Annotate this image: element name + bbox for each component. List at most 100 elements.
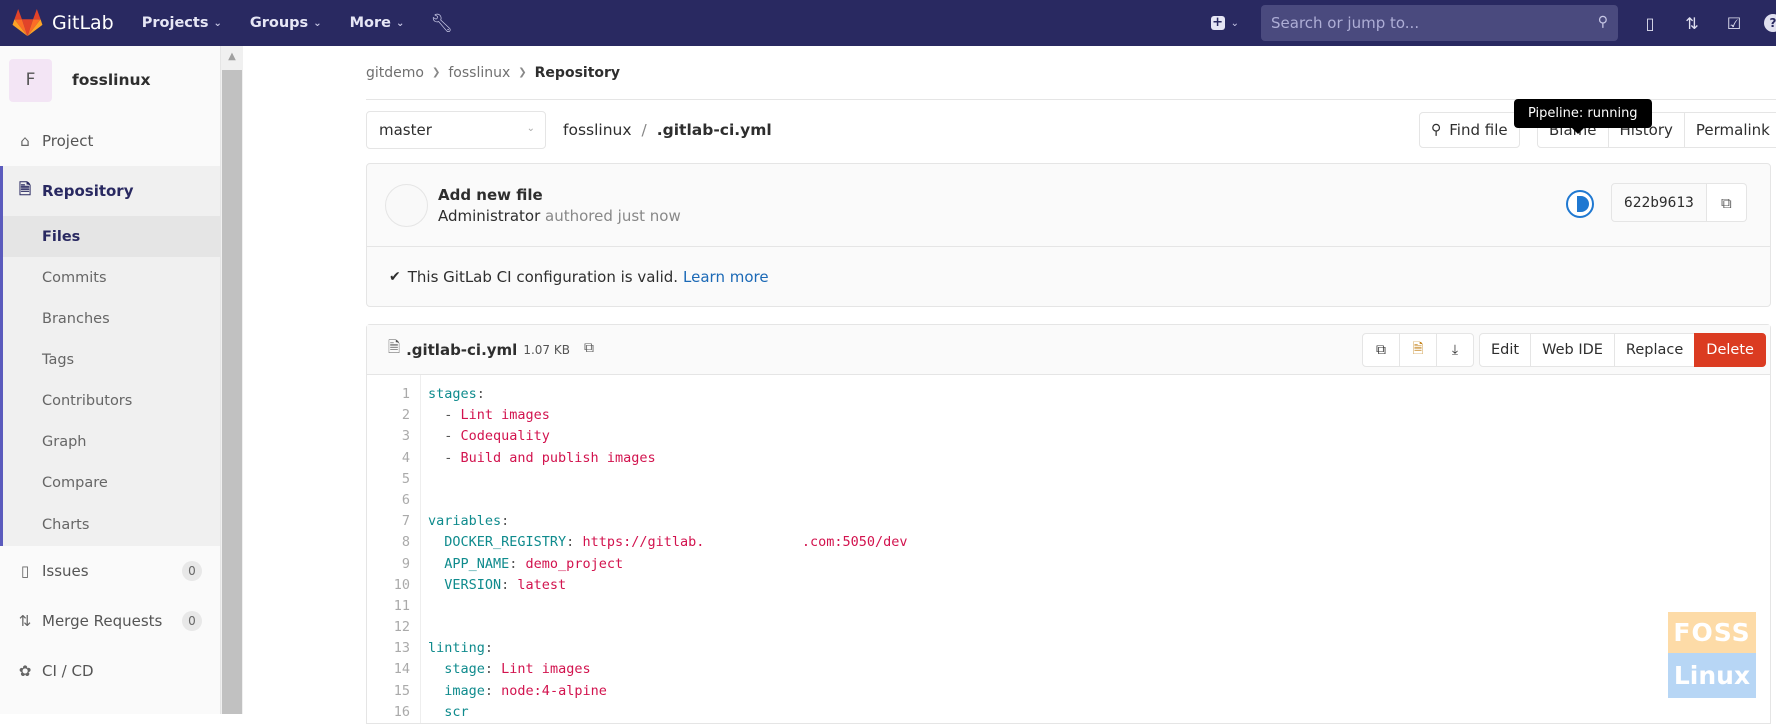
main-content: gitdemo ❯ fosslinux ❯ Repository master … xyxy=(366,46,1776,724)
line-number[interactable]: 2 xyxy=(367,405,410,426)
home-icon: ⌂ xyxy=(20,132,30,150)
chevron-down-icon: ⌄ xyxy=(313,17,322,29)
line-number[interactable]: 5 xyxy=(367,469,410,490)
commit-title[interactable]: Add new file xyxy=(438,186,681,204)
line-number[interactable]: 16 xyxy=(367,702,410,723)
replace-button[interactable]: Replace xyxy=(1613,333,1696,367)
copy-path-icon[interactable]: ⧉ xyxy=(584,340,594,356)
line-number[interactable]: 4 xyxy=(367,448,410,469)
line-number[interactable]: 6 xyxy=(367,490,410,511)
line-number[interactable]: 9 xyxy=(367,554,410,575)
line-number[interactable]: 11 xyxy=(367,596,410,617)
commit-author-line: Administrator authored just now xyxy=(438,207,681,225)
code-lines: stages: - Lint images - Codequality - Bu… xyxy=(421,375,908,723)
line-number[interactable]: 3 xyxy=(367,426,410,447)
branch-select[interactable]: master ⌄ xyxy=(366,111,546,149)
project-avatar: F xyxy=(9,58,52,102)
help-icon[interactable]: ? xyxy=(1764,14,1776,32)
search-input[interactable]: Search or jump to... ⚲ xyxy=(1261,5,1618,41)
scrollbar-thumb[interactable] xyxy=(222,70,242,714)
ci-validation: ✔ This GitLab CI configuration is valid.… xyxy=(367,247,1770,306)
commit-author[interactable]: Administrator xyxy=(438,207,540,225)
yaml-value: Codequality xyxy=(460,428,550,445)
sidebar-item-issues[interactable]: ▯ Issues 0 xyxy=(0,546,220,596)
todo-icon[interactable]: ☑ xyxy=(1724,14,1744,33)
issues-icon[interactable]: ▯ xyxy=(1640,14,1660,33)
copy-sha-button[interactable]: ⧉ xyxy=(1706,183,1747,222)
ci-valid-text: This GitLab CI configuration is valid. xyxy=(407,267,679,286)
sidebar-item-label: Project xyxy=(42,132,94,150)
gitlab-tanuki-icon xyxy=(12,9,43,37)
delete-button[interactable]: Delete xyxy=(1694,333,1766,367)
line-number[interactable]: 8 xyxy=(367,532,410,553)
open-raw-button[interactable]: 🗎︎ xyxy=(1399,333,1437,367)
sidebar-subitem-commits[interactable]: Commits xyxy=(3,257,220,298)
yaml-punct: - xyxy=(428,428,461,445)
breadcrumb-current[interactable]: Repository xyxy=(535,65,620,81)
watermark-bottom: Linux xyxy=(1668,653,1756,698)
merge-request-icon[interactable]: ⇅ xyxy=(1682,14,1702,33)
code-viewer: 1 2 3 4 5 6 7 8 9 10 11 12 13 14 15 16 stages: - Lint i… xyxy=(367,375,1770,723)
new-dropdown-button[interactable]: + ⌄ xyxy=(1210,16,1239,30)
path-root-link[interactable]: fosslinux xyxy=(563,121,632,139)
commit-sha[interactable]: 622b9613 xyxy=(1611,183,1707,222)
last-commit-box: Add new file Administrator authored just… xyxy=(366,163,1771,307)
line-number[interactable]: 7 xyxy=(367,511,410,532)
breadcrumb-group[interactable]: gitdemo xyxy=(366,65,424,81)
project-name: fosslinux xyxy=(72,71,151,89)
sidebar-subitem-branches[interactable]: Branches xyxy=(3,298,220,339)
sidebar-subitem-graph[interactable]: Graph xyxy=(3,421,220,462)
line-number[interactable]: 1 xyxy=(367,384,410,405)
find-file-button[interactable]: ⚲ Find file xyxy=(1419,112,1520,148)
yaml-key: scr xyxy=(428,703,469,720)
line-number[interactable]: 13 xyxy=(367,638,410,659)
sidebar-item-ci-cd[interactable]: ✿ CI / CD xyxy=(0,646,220,696)
sidebar-item-label: Issues xyxy=(42,562,89,580)
merge-request-icon: ⇅ xyxy=(18,612,32,630)
sidebar-subitem-tags[interactable]: Tags xyxy=(3,339,220,380)
line-number[interactable]: 15 xyxy=(367,681,410,702)
line-numbers: 1 2 3 4 5 6 7 8 9 10 11 12 13 14 15 16 xyxy=(367,375,421,723)
sidebar-item-project[interactable]: ⌂ Project xyxy=(0,116,220,166)
sidebar-subitem-compare[interactable]: Compare xyxy=(3,462,220,503)
pipeline-running-icon[interactable] xyxy=(1566,190,1594,218)
nav-more-label: More xyxy=(349,15,391,31)
line-number[interactable]: 12 xyxy=(367,617,410,638)
sidebar-item-label: CI / CD xyxy=(42,662,94,680)
sidebar-group-repository: 🗎︎ Repository Files Commits Branches Tag… xyxy=(0,166,220,546)
sidebar-project-header[interactable]: F fosslinux xyxy=(0,51,220,109)
sidebar-subitem-contributors[interactable]: Contributors xyxy=(3,380,220,421)
learn-more-link[interactable]: Learn more xyxy=(683,268,769,286)
pipeline-tooltip: Pipeline: running xyxy=(1514,99,1652,134)
sidebar-item-merge-requests[interactable]: ⇅ Merge Requests 0 xyxy=(0,596,220,646)
copy-contents-button[interactable]: ⧉ xyxy=(1362,333,1400,367)
nav-groups[interactable]: Groups ⌄ xyxy=(250,15,322,31)
line-number[interactable]: 14 xyxy=(367,659,410,680)
scroll-up-arrow-icon[interactable]: ▲ xyxy=(221,46,243,70)
edit-button[interactable]: Edit xyxy=(1479,333,1532,367)
chevron-down-icon: ⌄ xyxy=(526,123,535,134)
gitlab-logo[interactable]: GitLab xyxy=(12,9,114,37)
line-number[interactable]: 10 xyxy=(367,575,410,596)
code-line: - Codequality xyxy=(428,426,908,447)
web-ide-button[interactable]: Web IDE xyxy=(1530,333,1615,367)
wrench-icon[interactable]: 🔧︎ xyxy=(430,13,453,34)
commit-time: authored just now xyxy=(545,206,681,225)
sidebar-subitem-files[interactable]: Files xyxy=(3,216,220,257)
chevron-right-icon: ❯ xyxy=(518,67,527,78)
sidebar-subitem-charts[interactable]: Charts xyxy=(3,503,220,546)
permalink-button[interactable]: Permalink xyxy=(1683,112,1776,148)
sidebar-scrollbar[interactable]: ▲ xyxy=(221,46,243,714)
breadcrumb-project[interactable]: fosslinux xyxy=(448,65,510,81)
yaml-value: https://gitlab. .com:5050/dev xyxy=(582,534,908,551)
sidebar-item-repository[interactable]: 🗎︎ Repository xyxy=(3,166,220,216)
author-avatar[interactable] xyxy=(385,183,428,227)
sidebar-item-label: Repository xyxy=(42,182,134,200)
nav-more[interactable]: More ⌄ xyxy=(350,15,405,31)
download-button[interactable]: ⤓ xyxy=(1436,333,1474,367)
nav-projects[interactable]: Projects ⌄ xyxy=(142,15,222,31)
commit-summary: Add new file Administrator authored just… xyxy=(367,164,1770,247)
